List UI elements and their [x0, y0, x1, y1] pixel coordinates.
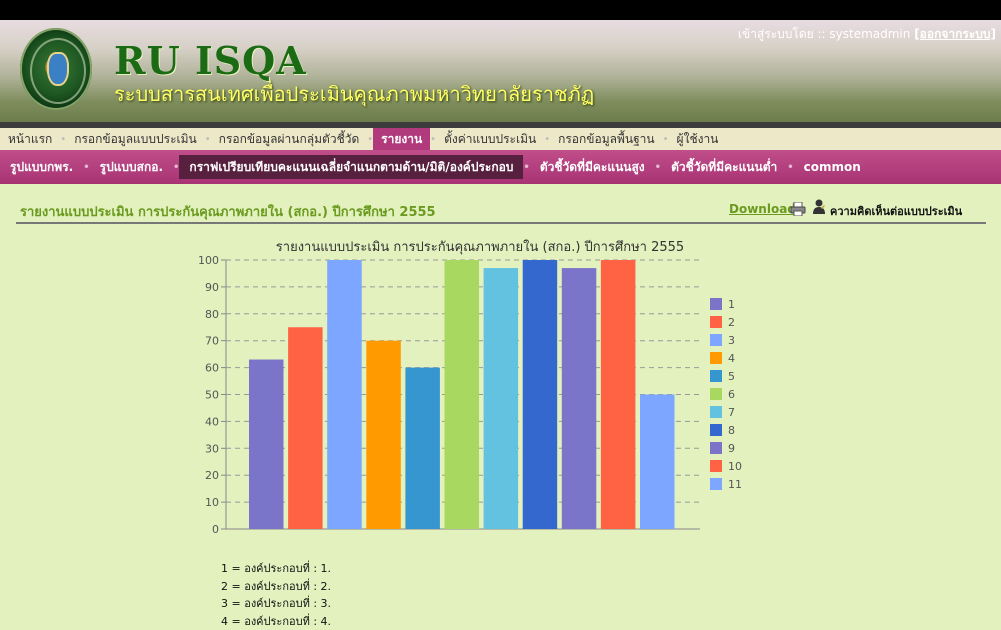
- bar-7: [484, 268, 518, 529]
- legend-swatch-7: [710, 406, 722, 418]
- user-comment-icon: [812, 199, 826, 215]
- bar-3: [327, 260, 362, 529]
- subnav-kpr-format[interactable]: รูปแบบกพร.: [0, 155, 83, 179]
- sub-nav: รูปแบบกพร. • รูปแบบสกอ. • กราฟเปรียบเทีย…: [0, 150, 1001, 184]
- legend-swatch-2: [710, 316, 722, 328]
- y-tick-label: 40: [205, 415, 219, 428]
- bar-4: [366, 341, 401, 529]
- report-title: รายงานแบบประเมิน การประกันคุณภาพภายใน (ส…: [20, 201, 436, 222]
- bar-2: [288, 327, 323, 529]
- nav-home[interactable]: หน้าแรก: [0, 128, 60, 150]
- app-title: RU ISQA: [114, 38, 307, 83]
- site-header: RU ISQA ระบบสารสนเทศเพื่อประเมินคุณภาพมห…: [0, 20, 1001, 122]
- bar-11: [640, 395, 675, 530]
- legend-label-6: 6: [728, 388, 735, 401]
- note-item: 3 = องค์ประกอบที่ : 3.: [221, 595, 331, 613]
- legend-swatch-9: [710, 442, 722, 454]
- nav-assessment-settings[interactable]: ตั้งค่าแบบประเมิน: [436, 128, 544, 150]
- legend-label-3: 3: [728, 334, 735, 347]
- y-tick-label: 80: [205, 308, 219, 321]
- title-divider: [16, 222, 986, 224]
- legend-swatch-5: [710, 370, 722, 382]
- legend-label-4: 4: [728, 352, 735, 365]
- subnav-comparison-graph[interactable]: กราฟเปรียบเทียบคะแนนเฉลี่ยจำแนกตามด้าน/ม…: [179, 155, 523, 179]
- legend-swatch-10: [710, 460, 722, 472]
- legend-label-7: 7: [728, 406, 735, 419]
- main-nav: หน้าแรก • กรอกข้อมูลแบบประเมิน • กรอกข้อ…: [0, 128, 1001, 150]
- y-tick-label: 90: [205, 281, 219, 294]
- bar-6: [445, 260, 480, 529]
- logged-in-user: เข้าสู่ระบบโดย :: systemadmin: [738, 27, 914, 41]
- bar-5: [405, 368, 440, 529]
- bar-9: [562, 268, 597, 529]
- legend-label-2: 2: [728, 316, 735, 329]
- legend-swatch-3: [710, 334, 722, 346]
- legend-swatch-4: [710, 352, 722, 364]
- note-item: 4 = องค์ประกอบที่ : 4.: [221, 613, 331, 630]
- legend-label-10: 10: [728, 460, 742, 473]
- chart-legend: 1 2 3 4 5 6 7 8 9 10 11: [710, 298, 742, 491]
- y-tick-label: 10: [205, 496, 219, 509]
- user-status: เข้าสู่ระบบโดย :: systemadmin [ออกจากระบ…: [738, 25, 996, 44]
- download-link[interactable]: Download: [729, 202, 796, 216]
- y-tick-label: 100: [198, 254, 219, 267]
- note-item: 1 = องค์ประกอบที่ : 1.: [221, 560, 331, 578]
- nav-reports[interactable]: รายงาน: [373, 128, 430, 150]
- nav-enter-by-indicator-group[interactable]: กรอกข้อมูลผ่านกลุ่มตัวชี้วัด: [211, 128, 368, 150]
- y-tick-label: 30: [205, 442, 219, 455]
- legend-label-9: 9: [728, 442, 735, 455]
- legend-label-11: 11: [728, 478, 742, 491]
- legend-notes: 1 = องค์ประกอบที่ : 1. 2 = องค์ประกอบที่…: [221, 560, 331, 630]
- printer-icon[interactable]: [790, 202, 806, 216]
- bar-10: [601, 260, 636, 529]
- logo-emblem: [47, 52, 69, 86]
- chart-bars: [249, 260, 675, 529]
- app-subtitle: ระบบสารสนเทศเพื่อประเมินคุณภาพมหาวิทยาลั…: [114, 78, 594, 110]
- legend-swatch-11: [710, 478, 722, 490]
- nav-basic-data[interactable]: กรอกข้อมูลพื้นฐาน: [550, 128, 663, 150]
- y-tick-label: 60: [205, 362, 219, 375]
- note-item: 2 = องค์ประกอบที่ : 2.: [221, 578, 331, 596]
- comparison-bar-chart: รายงานแบบประเมิน การประกันคุณภาพภายใน (ส…: [180, 234, 780, 544]
- y-tick-label: 50: [205, 389, 219, 402]
- legend-label-5: 5: [728, 370, 735, 383]
- bar-1: [249, 360, 284, 529]
- nav-users[interactable]: ผู้ใช้งาน: [669, 128, 727, 150]
- chart-title: รายงานแบบประเมิน การประกันคุณภาพภายใน (ส…: [276, 239, 684, 255]
- subnav-sko-format[interactable]: รูปแบบสกอ.: [90, 155, 173, 179]
- bar-8: [523, 260, 558, 529]
- university-logo: [20, 28, 92, 110]
- y-tick-label: 0: [212, 523, 219, 536]
- subnav-common[interactable]: common: [794, 155, 871, 179]
- legend-swatch-1: [710, 298, 722, 310]
- legend-swatch-6: [710, 388, 722, 400]
- top-black-bar: [0, 0, 1001, 20]
- legend-label-8: 8: [728, 424, 735, 437]
- subnav-high-score-indicators[interactable]: ตัวชี้วัดที่มีคะแนนสูง: [530, 155, 655, 179]
- nav-enter-assessment[interactable]: กรอกข้อมูลแบบประเมิน: [66, 128, 205, 150]
- y-tick-label: 20: [205, 469, 219, 482]
- subnav-low-score-indicators[interactable]: ตัวชี้วัดที่มีคะแนนต่ำ: [661, 155, 787, 179]
- assessment-comment-link[interactable]: ความคิดเห็นต่อแบบประเมิน: [830, 202, 962, 220]
- legend-swatch-8: [710, 424, 722, 436]
- legend-label-1: 1: [728, 298, 735, 311]
- logout-link[interactable]: [ออกจากระบบ]: [914, 27, 996, 41]
- y-tick-label: 70: [205, 335, 219, 348]
